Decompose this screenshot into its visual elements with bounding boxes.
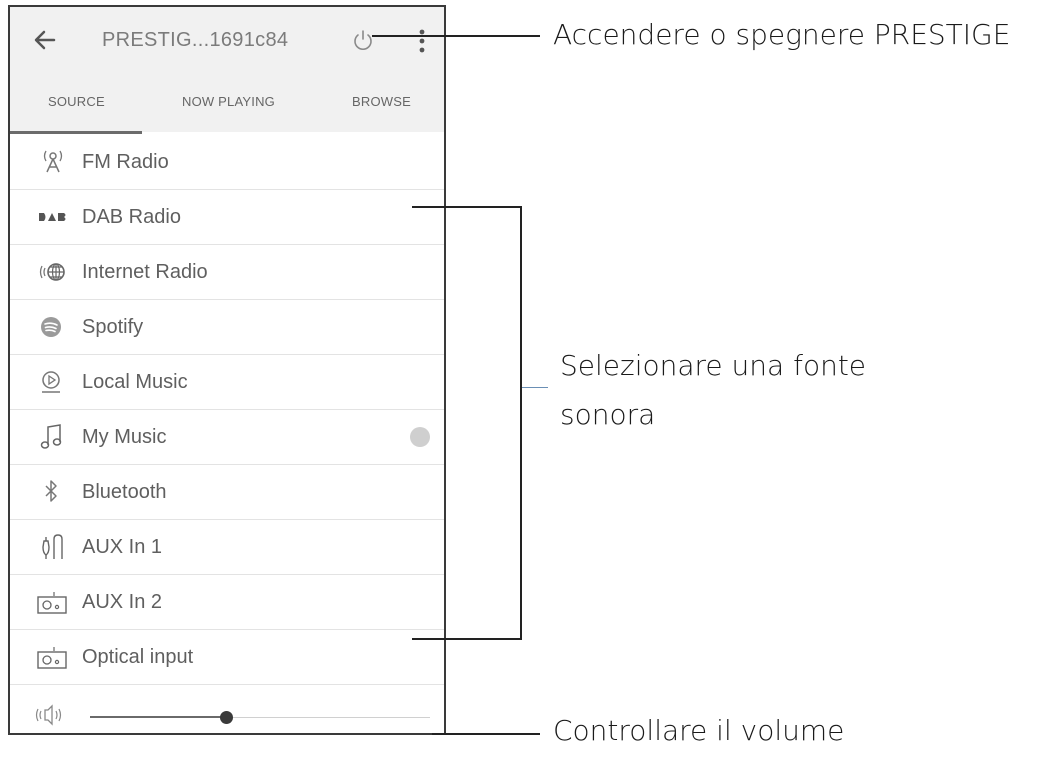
- callout-source-text-line1: Selezionare una fonte: [560, 349, 867, 382]
- source-label: Spotify: [82, 316, 144, 338]
- tab-browse[interactable]: BROWSE: [352, 94, 411, 109]
- spotify-icon: [41, 317, 61, 337]
- local-music-icon: [42, 371, 60, 393]
- internet-radio-icon: [39, 263, 65, 281]
- active-tab-indicator: [10, 131, 142, 134]
- source-item-spotify[interactable]: Spotify: [10, 300, 444, 355]
- tab-source[interactable]: SOURCE: [48, 94, 105, 109]
- source-label: Internet Radio: [82, 261, 208, 283]
- source-label: My Music: [82, 426, 167, 448]
- more-options-icon[interactable]: [412, 27, 432, 55]
- source-item-aux-in-1[interactable]: AUX In 1: [10, 520, 444, 575]
- aux-device-icon: [37, 592, 67, 614]
- source-item-optical-input[interactable]: Optical input: [10, 630, 444, 685]
- source-label: Bluetooth: [82, 481, 167, 503]
- fm-radio-icon: [43, 150, 63, 173]
- tab-bar: SOURCE NOW PLAYING BROWSE: [10, 74, 444, 134]
- callout-bracket-vertical: [520, 206, 522, 640]
- callout-source-text-line2: sonora: [560, 398, 656, 431]
- back-arrow-icon[interactable]: [28, 23, 62, 57]
- callout-line-source: [522, 387, 548, 388]
- volume-slider[interactable]: [90, 711, 430, 724]
- source-item-fm-radio[interactable]: FM Radio: [10, 135, 444, 190]
- source-item-internet-radio[interactable]: Internet Radio: [10, 245, 444, 300]
- top-app-bar: PRESTIG...1691c84: [10, 7, 444, 74]
- optical-device-icon: [37, 647, 67, 669]
- power-icon[interactable]: [350, 27, 376, 53]
- source-label: Local Music: [82, 371, 188, 393]
- source-label: FM Radio: [82, 151, 169, 173]
- aux-cable-icon: [42, 534, 63, 559]
- source-label: AUX In 1: [82, 536, 163, 558]
- status-dot: [410, 427, 430, 447]
- app-screen: PRESTIG...1691c84 SOURCE NOW PLAYING BRO…: [8, 5, 446, 735]
- source-item-aux-in-2[interactable]: AUX In 2: [10, 575, 444, 630]
- bluetooth-icon: [45, 480, 57, 502]
- music-note-icon: [40, 424, 62, 449]
- source-list: FM Radio DAB Radio Internet Radio Spotif…: [10, 135, 444, 685]
- source-item-dab-radio[interactable]: DAB Radio: [10, 190, 444, 245]
- source-label: DAB Radio: [82, 206, 181, 228]
- callout-volume-text: Controllare il volume: [553, 714, 845, 747]
- source-item-bluetooth[interactable]: Bluetooth: [10, 465, 444, 520]
- callout-bracket-bottom: [412, 638, 522, 640]
- source-item-local-music[interactable]: Local Music: [10, 355, 444, 410]
- callout-power-text: Accendere o spegnere PRESTIGE: [553, 18, 1011, 51]
- volume-slider-fill: [90, 716, 226, 718]
- callout-line-power: [372, 35, 540, 37]
- callout-line-volume: [432, 733, 540, 735]
- source-label: Optical input: [82, 646, 194, 668]
- volume-bar: [10, 700, 444, 733]
- tab-now-playing[interactable]: NOW PLAYING: [182, 94, 275, 109]
- source-item-my-music[interactable]: My Music: [10, 410, 444, 465]
- device-title: PRESTIG...1691c84: [102, 29, 289, 51]
- volume-slider-thumb[interactable]: [220, 711, 233, 724]
- speaker-volume-icon: [35, 704, 62, 726]
- source-label: AUX In 2: [82, 591, 163, 613]
- callout-bracket-top: [412, 206, 522, 208]
- dab-icon: [38, 213, 68, 221]
